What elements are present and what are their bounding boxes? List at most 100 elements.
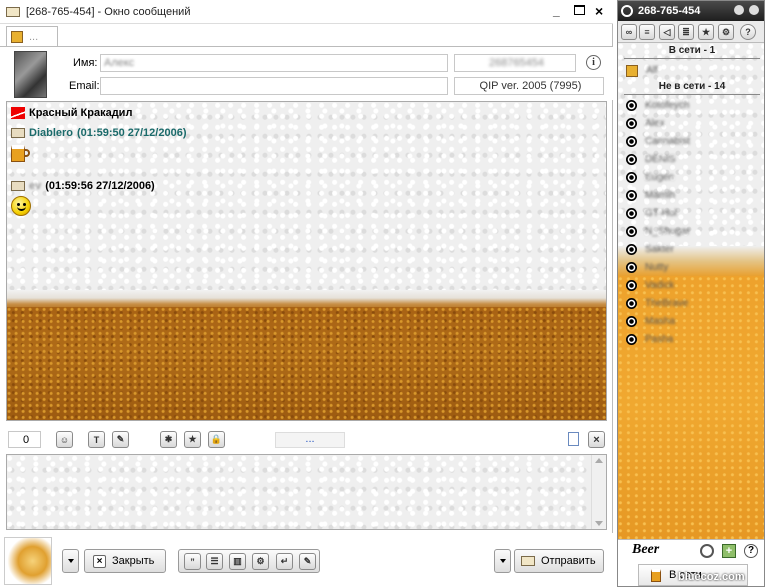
contact-offline[interactable]: Cannabist — [626, 133, 751, 150]
search-icon[interactable] — [700, 544, 714, 558]
contact-online[interactable]: Alf — [626, 62, 751, 79]
beer-background — [7, 307, 606, 420]
tab-user-icon — [11, 30, 23, 43]
contact-offline[interactable]: Masha — [626, 313, 751, 330]
contact-list-uin: 268-765-454 — [638, 5, 701, 17]
contact-offline[interactable]: Pasha — [626, 331, 751, 348]
beer-mug-icon — [11, 143, 31, 163]
offline-status-icon — [626, 136, 637, 147]
text-format-button[interactable]: T — [88, 431, 105, 448]
gear-icon[interactable]: ⚙ — [718, 24, 734, 40]
contact-name: Masha — [645, 316, 676, 327]
offline-status-icon — [626, 154, 637, 165]
message-timestamp: (01:59:50 27/12/2006) — [77, 127, 187, 139]
close-dropdown-button[interactable] — [62, 549, 79, 573]
offline-group-header[interactable]: Не в сети - 14 — [624, 81, 760, 95]
watermark: bluecoz.com — [678, 571, 745, 583]
maximize-button[interactable] — [574, 5, 585, 15]
client-version-field: QIP ver. 2005 (7995) — [454, 77, 604, 95]
status-menu-icon[interactable]: ≡ — [639, 24, 655, 40]
contact-name: DENIS — [645, 154, 676, 165]
chat-tab[interactable]: ... — [6, 26, 58, 46]
contact-offline[interactable]: Eugen — [626, 169, 751, 186]
input-toolbar: 0 ☺ T ✎ ✱ ★ 🔒 ... × — [0, 426, 613, 452]
beer-logo: Beer — [632, 542, 660, 557]
chat-history[interactable]: Красный Кракадил Diablero (01:59:50 27/1… — [6, 101, 607, 421]
char-counter: 0 — [8, 431, 41, 448]
contact-name: Mamih — [645, 190, 676, 201]
help-icon[interactable]: ? — [740, 24, 756, 40]
offline-status-icon — [626, 208, 637, 219]
chat-header-name: Красный Кракадил — [29, 107, 133, 119]
contact-offline[interactable]: Vadick — [626, 277, 751, 294]
close-icon: × — [93, 554, 106, 568]
chat-header: Красный Кракадил — [11, 107, 132, 119]
qip-icon — [621, 5, 633, 17]
contact-offline[interactable]: TheBrave — [626, 295, 751, 312]
filter-icon[interactable]: ≣ — [678, 24, 694, 40]
pencil-button[interactable]: ✎ — [299, 553, 316, 570]
minimize-button[interactable] — [734, 5, 744, 15]
star-icon[interactable]: ★ — [698, 24, 714, 40]
smiley-picker-button[interactable]: ☺ — [56, 431, 73, 448]
minimize-button[interactable]: _ — [553, 4, 560, 18]
help-icon[interactable]: ? — [744, 544, 758, 558]
send-button[interactable]: Отправить — [514, 549, 604, 573]
lock-icon[interactable]: 🔒 — [208, 431, 225, 448]
contact-name: Alf — [646, 65, 658, 76]
input-scrollbar[interactable] — [591, 455, 606, 529]
contact-offline[interactable]: Mamih — [626, 187, 751, 204]
contact-name: Alex — [645, 118, 665, 129]
message-input[interactable] — [6, 454, 607, 530]
contact-offline[interactable]: DENIS — [626, 151, 751, 168]
list-button[interactable]: ☰ — [206, 553, 223, 570]
close-tab-button[interactable]: × — [588, 431, 605, 448]
envelope-icon — [11, 128, 25, 138]
asterisk-button[interactable]: ✱ — [160, 431, 177, 448]
offline-status-icon — [626, 190, 637, 201]
tab-label: ... — [29, 30, 39, 43]
contact-offline[interactable]: Nutty — [626, 259, 751, 276]
user-avatar — [4, 537, 52, 585]
close-button[interactable] — [749, 5, 759, 15]
contact-offline[interactable]: GT-Hol — [626, 205, 751, 222]
contact-offline[interactable]: Kotofeych — [626, 97, 751, 114]
columns-button[interactable]: ▥ — [229, 553, 246, 570]
client-version: QIP ver. 2005 (7995) — [479, 80, 582, 92]
title-bar: [268-765-454] - Окно сообщений _ × — [0, 0, 613, 24]
qip-menu-icon[interactable]: ∞ — [621, 24, 637, 40]
status-dots: ... — [305, 433, 315, 445]
offline-status-icon — [626, 298, 637, 309]
contact-name: Nutty — [645, 262, 669, 273]
new-document-icon[interactable] — [568, 432, 579, 446]
sound-icon[interactable]: ◁ — [659, 24, 675, 40]
add-contact-icon[interactable]: + — [722, 544, 736, 558]
star-button[interactable]: ★ — [184, 431, 201, 448]
online-group-header[interactable]: В сети - 1 — [624, 45, 760, 59]
send-dropdown-button[interactable] — [494, 549, 511, 573]
gear-icon[interactable]: ⚙ — [252, 553, 269, 570]
message-window: [268-765-454] - Окно сообщений _ × ... И… — [0, 0, 613, 587]
enter-button[interactable]: ↵ — [276, 553, 293, 570]
quote-button[interactable]: ” — [184, 553, 201, 570]
contact-name: N_Shugar — [645, 226, 691, 237]
message-timestamp: (01:59:56 27/12/2006) — [45, 180, 155, 192]
envelope-icon — [521, 556, 535, 566]
contact-info-panel: Имя: Алекс 268765454 i Email: QIP ver. 2… — [0, 46, 613, 100]
contact-offline[interactable]: Alex — [626, 115, 751, 132]
info-icon[interactable]: i — [586, 55, 601, 70]
contact-name: Pasha — [645, 334, 674, 345]
name-label: Имя: — [73, 57, 98, 69]
offline-status-icon — [626, 100, 637, 111]
window-title: [268-765-454] - Окно сообщений — [26, 5, 191, 18]
contact-offline[interactable]: Sakter — [626, 241, 751, 258]
counter-value: 0 — [22, 433, 30, 446]
contact-offline[interactable]: N_Shugar — [626, 223, 751, 240]
close-window-button[interactable]: × — [595, 3, 603, 19]
pen-icon[interactable]: ✎ — [112, 431, 129, 448]
contact-list-titlebar: 268-765-454 — [618, 1, 764, 21]
offline-status-icon — [626, 316, 637, 327]
email-field — [100, 77, 448, 95]
close-button[interactable]: × Закрыть — [84, 549, 166, 573]
contact-name: Kotofeych — [645, 100, 690, 111]
